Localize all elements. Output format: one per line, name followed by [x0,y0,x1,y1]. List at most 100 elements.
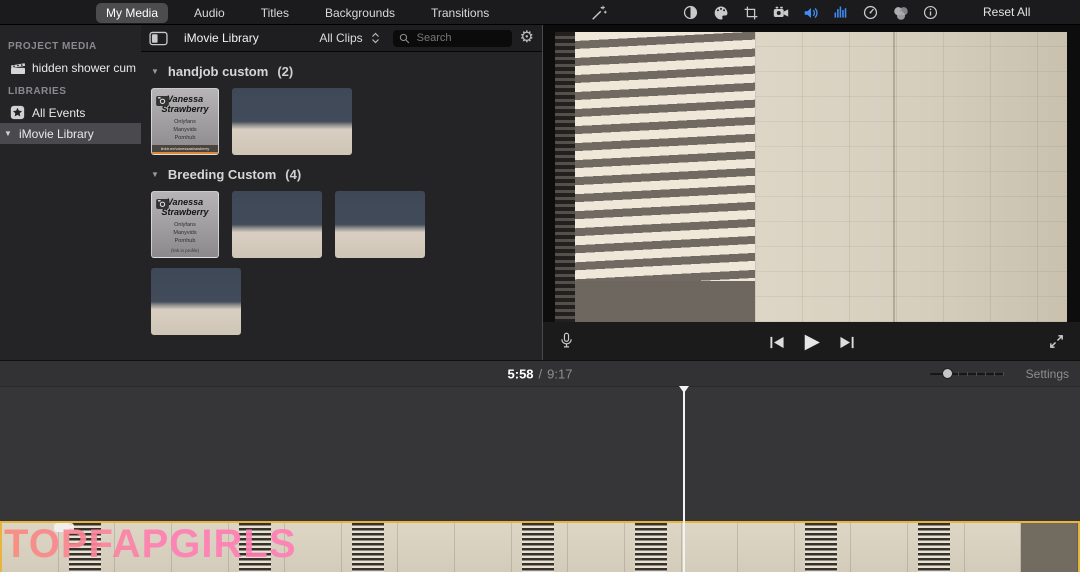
playback-controls [543,322,1080,360]
clip-thumbnail[interactable] [335,191,425,258]
color-palette-icon[interactable] [711,3,730,22]
color-filters-icon[interactable] [891,3,910,22]
section-header[interactable]: ▼handjob custom(2) [151,64,532,79]
preview-tile-wall [755,32,1067,322]
libraries-sidebar: PROJECT MEDIA hidden shower cum LIBRARIE… [0,25,141,360]
filmstrip-frame[interactable] [851,523,908,572]
crop-icon[interactable] [741,3,760,22]
preview-window-blinds [555,32,575,322]
voiceover-mic-icon[interactable] [557,331,576,350]
filmstrip-frame[interactable] [1021,523,1078,572]
zoom-tick [976,372,977,376]
fullscreen-icon[interactable] [1047,332,1066,351]
timeline-area: TOPFAPGIRLS [0,386,1080,572]
clip-row [151,268,532,335]
adjustment-toolbar [681,0,940,25]
tab-transitions[interactable]: Transitions [421,3,499,23]
video-preview [555,32,1067,322]
tab-my-media[interactable]: My Media [96,3,168,23]
zoom-tick [967,372,968,376]
clip-title-card[interactable]: VanessaStrawberryOnlyfansManyvidsPornhub… [151,191,219,258]
filmstrip-frame[interactable] [512,523,569,572]
skip-back-button[interactable] [767,333,786,352]
sidebar-item-label: iMovie Library [19,127,94,141]
card-sites: OnlyfansManyvidsPornhub [173,221,196,246]
camera-badge-icon [156,196,169,214]
auto-enhance-wand-icon[interactable] [589,3,608,22]
skip-forward-button[interactable] [837,333,856,352]
tab-audio[interactable]: Audio [184,3,235,23]
timeline-empty-track[interactable] [0,386,1080,521]
timeline-toolbar: 5:58 / 9:17 Settings [0,360,1080,386]
play-button[interactable] [802,333,821,352]
tab-titles[interactable]: Titles [251,3,299,23]
media-section-breeding-custom: ▼Breeding Custom(4) VanessaStrawberryOnly… [151,167,532,335]
filmstrip-frame[interactable] [625,523,682,572]
color-balance-icon[interactable] [681,3,700,22]
filmstrip-frame[interactable] [682,523,739,572]
search-box[interactable] [393,30,512,47]
filmstrip-frame[interactable] [908,523,965,572]
sidebar-item-label: hidden shower cum [32,61,136,75]
browser-title: iMovie Library [184,31,259,45]
section-title: handjob custom [168,64,268,79]
filmstrip-frame[interactable] [455,523,512,572]
preview-wall-corner [893,32,895,322]
browser-settings-gear-icon[interactable]: ⚙ [520,30,534,46]
zoom-slider-thumb[interactable] [942,368,953,379]
search-icon [399,32,411,44]
zoom-tick [1003,372,1004,376]
camera-badge-icon [156,93,169,111]
camera-stabilization-icon[interactable] [771,3,790,22]
sidebar-toggle-icon[interactable] [149,29,168,48]
filmstrip-frame[interactable] [795,523,852,572]
reset-all-button[interactable]: Reset All [983,5,1030,19]
disclosure-triangle-icon[interactable]: ▼ [3,129,13,138]
volume-icon[interactable] [801,3,820,22]
section-header[interactable]: ▼Breeding Custom(4) [151,167,532,182]
tab-backgrounds[interactable]: Backgrounds [315,3,405,23]
media-browser: iMovie Library All Clips ⚙ ▼ handjob cust… [141,25,542,360]
clip-filter-dropdown[interactable]: All Clips [319,29,384,48]
disclosure-triangle-icon[interactable]: ▼ [151,67,159,76]
sidebar-item-label: All Events [32,106,85,120]
filmstrip-frame[interactable] [342,523,399,572]
filmstrip-frame[interactable] [568,523,625,572]
imovie-window: My Media Audio Titles Backgrounds Transition… [0,0,1080,572]
timeline-settings-button[interactable]: Settings [1026,367,1069,381]
total-time: 9:17 [547,366,572,381]
current-time: 5:58 [508,366,534,381]
zoom-tick [994,372,995,376]
media-section-handjob-custom: ▼handjob custom(2)VanessaStrawberryOnlyf… [151,64,532,155]
info-icon[interactable] [921,3,940,22]
zoom-tick [958,372,959,376]
libraries-header: LIBRARIES [0,78,141,102]
project-media-header: PROJECT MEDIA [0,33,141,57]
disclosure-triangle-icon[interactable]: ▼ [151,170,159,179]
sidebar-item-imovie-library[interactable]: ▼ iMovie Library [0,123,141,144]
clapperboard-icon [9,61,26,75]
filmstrip-frame[interactable] [398,523,455,572]
filmstrip-frame[interactable] [738,523,795,572]
clip-thumbnail[interactable] [232,191,322,258]
viewer-pane [543,25,1080,360]
sidebar-item-hidden-shower-cum[interactable]: hidden shower cum [0,57,141,78]
audio-eq-icon[interactable] [831,3,850,22]
clip-title-card[interactable]: VanessaStrawberryOnlyfansManyvidsPornhub… [151,88,219,155]
clip-row: VanessaStrawberryOnlyfansManyvidsPornhub… [151,88,532,155]
clip-thumbnail[interactable] [151,268,241,335]
media-tabs: My Media Audio Titles Backgrounds Transition… [96,0,499,25]
sidebar-item-all-events[interactable]: All Events [0,102,141,123]
filmstrip-frame[interactable] [965,523,1022,572]
clip-list: ▼handjob custom(2)VanessaStrawberryOnlyf… [141,52,542,360]
search-input[interactable] [415,31,506,45]
section-count: (4) [285,167,301,182]
playhead[interactable] [683,386,685,572]
clip-filter-label: All Clips [319,31,362,45]
speed-icon[interactable] [861,3,880,22]
clip-row: VanessaStrawberryOnlyfansManyvidsPornhub… [151,191,532,258]
card-footer-link: linktr.ee/vanessastrawberry [152,145,218,154]
timeline-zoom-slider[interactable] [930,373,1004,375]
clip-thumbnail[interactable] [232,88,352,155]
card-sites: OnlyfansManyvidsPornhub [173,118,196,143]
